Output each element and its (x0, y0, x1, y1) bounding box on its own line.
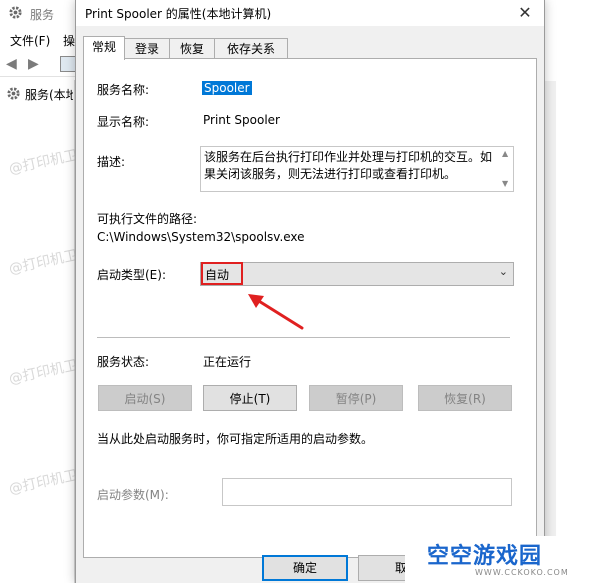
stop-button[interactable]: 停止(T) (203, 385, 297, 411)
tab-logon[interactable]: 登录 (124, 38, 170, 59)
start-button[interactable]: 启动(S) (98, 385, 192, 411)
start-params-label: 启动参数(M): (97, 488, 169, 502)
startup-type-select[interactable]: 自动 ⌄ (200, 262, 514, 286)
site-logo: 空空游戏园 WWW.CCKOKO.COM (405, 536, 600, 583)
display-name-value[interactable]: Print Spooler (203, 113, 280, 127)
start-params-input[interactable] (222, 478, 512, 506)
red-arrow-icon (248, 294, 304, 330)
dialog-title: Print Spooler 的属性(本地计算机) (85, 7, 272, 21)
tab-general[interactable]: 常规 (83, 36, 125, 60)
tab-dependencies[interactable]: 依存关系 (214, 38, 288, 59)
display-name-label: 显示名称: (97, 115, 150, 129)
pause-button[interactable]: 暂停(P) (309, 385, 403, 411)
startup-type-label: 启动类型(E): (97, 268, 166, 282)
menu-action[interactable]: 操 (63, 32, 75, 49)
forward-arrow-icon[interactable]: ▶ (28, 56, 44, 72)
description-text: 该服务在后台执行打印作业并处理与打印机的交互。如果关闭该服务，则无法进行打印或查… (204, 150, 493, 181)
scroll-down-icon[interactable]: ▼ (502, 179, 508, 188)
menu-file[interactable]: 文件(F) (10, 32, 50, 49)
service-name-value[interactable]: Spooler (202, 81, 252, 95)
highlight-box (201, 262, 243, 285)
gear-icon (9, 6, 22, 19)
scroll-up-icon[interactable]: ▲ (502, 149, 508, 158)
logo-url: WWW.CCKOKO.COM (475, 568, 569, 577)
tree-item-services-local[interactable]: 服务(本地) (25, 86, 73, 103)
close-button[interactable]: ✕ (510, 2, 540, 24)
ok-button[interactable]: 确定 (262, 555, 348, 581)
service-status-label: 服务状态: (97, 355, 150, 369)
separator (97, 337, 510, 338)
exe-path-label: 可执行文件的路径: (97, 212, 198, 226)
exe-path-value[interactable]: C:\Windows\System32\spoolsv.exe (97, 230, 305, 244)
service-status-value: 正在运行 (203, 355, 252, 369)
services-window-right-edge: ✕ (523, 26, 600, 583)
dialog-title-bar[interactable]: Print Spooler 的属性(本地计算机) ✕ (76, 0, 544, 26)
gear-icon (7, 87, 20, 100)
service-name-label: 服务名称: (97, 83, 150, 97)
tab-recovery[interactable]: 恢复 (169, 38, 215, 59)
back-arrow-icon[interactable]: ◀ (6, 56, 22, 72)
logo-text: 空空游戏园 (427, 544, 543, 569)
description-box[interactable]: 该服务在后台执行打印作业并处理与打印机的交互。如果关闭该服务，则无法进行打印或查… (200, 146, 514, 192)
start-params-hint: 当从此处启动服务时，你可指定所适用的启动参数。 (97, 432, 374, 446)
console-tree-icon[interactable] (60, 56, 76, 72)
resume-button[interactable]: 恢复(R) (418, 385, 512, 411)
chevron-down-icon: ⌄ (498, 265, 508, 278)
services-title: 服务 (30, 8, 55, 22)
description-scrollbar[interactable]: ▲ ▼ (499, 147, 513, 191)
description-label: 描述: (97, 155, 126, 169)
console-tree: 服务(本地) (0, 80, 75, 583)
